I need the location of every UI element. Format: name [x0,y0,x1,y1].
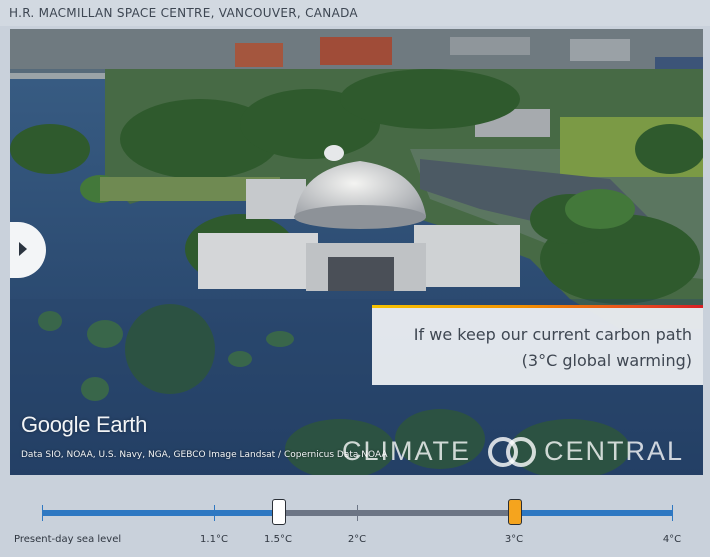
comparison-handle[interactable] [272,499,286,525]
earth-viewer[interactable]: If we keep our current carbon path (3°C … [10,29,703,475]
flood-scene-image [10,29,703,475]
label-1-5c[interactable]: 1.5°C [264,534,292,545]
imagery-credits: Data SIO, NOAA, U.S. Navy, NGA, GEBCO Im… [21,450,388,460]
header-bar: H.R. MACMILLAN SPACE CENTRE, VANCOUVER, … [0,0,710,26]
scenario-caption: If we keep our current carbon path [413,325,692,344]
label-1-1c[interactable]: 1.1°C [200,534,228,545]
label-present-day[interactable]: Present-day sea level [14,534,121,545]
slider-tick-4 [672,505,673,521]
selected-scenario-handle[interactable] [508,499,522,525]
climate-central-logo-right: CENTRAL [544,436,685,466]
label-4c[interactable]: 4°C [663,534,681,545]
google-earth-logo: Google Earth [21,412,148,437]
slider-range-between-handles [278,510,514,516]
climate-central-logo-left: CLIMATE [342,436,472,466]
label-2c[interactable]: 2°C [348,534,366,545]
location-title: H.R. MACMILLAN SPACE CENTRE, VANCOUVER, … [9,6,358,20]
slider-tick-2 [357,505,358,521]
climate-central-mark-icon [488,437,536,467]
label-3c[interactable]: 3°C [505,534,523,545]
scenario-color-bar [372,305,703,308]
slider-tick-present [42,505,43,521]
warming-slider[interactable]: Present-day sea level 1.1°C 1.5°C 2°C 3°… [0,476,710,557]
slider-tick-1-1 [214,505,215,521]
scenario-warming-level: (3°C global warming) [521,351,692,370]
chevron-right-icon [19,242,27,256]
scenario-info-box: If we keep our current carbon path (3°C … [372,305,703,385]
